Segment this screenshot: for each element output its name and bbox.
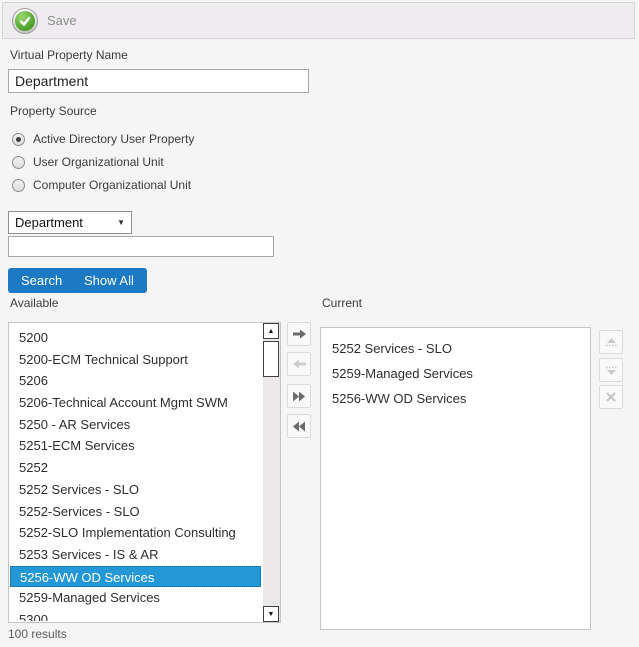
available-list-item[interactable]: 5200-ECM Technical Support [10, 349, 261, 371]
triangle-down-icon [604, 365, 619, 376]
property-source-label: Property Source [10, 104, 97, 118]
move-down-button[interactable] [599, 358, 623, 382]
chevron-down-icon: ▼ [117, 218, 125, 227]
available-list-item[interactable]: 5251-ECM Services [10, 435, 261, 457]
results-count: 100 results [8, 627, 67, 641]
scrollbar-thumb[interactable] [263, 341, 279, 377]
search-button[interactable]: Search [8, 268, 75, 293]
remove-button[interactable] [599, 385, 623, 409]
move-all-right-button[interactable] [287, 384, 311, 408]
save-button-label: Save [47, 13, 77, 28]
arrow-right-icon [292, 328, 307, 340]
available-label: Available [10, 296, 58, 310]
double-arrow-left-icon [292, 421, 306, 432]
property-select[interactable]: Department ▼ [8, 211, 132, 234]
radio-label: Computer Organizational Unit [33, 178, 191, 192]
radio-active-directory-user-property[interactable]: Active Directory User Property [12, 131, 194, 147]
property-select-value: Department [15, 215, 83, 230]
radio-icon [12, 179, 25, 192]
radio-user-organizational-unit[interactable]: User Organizational Unit [12, 154, 164, 170]
save-icon [12, 8, 38, 34]
current-list-item[interactable]: 5256-WW OD Services [322, 386, 589, 411]
radio-label: User Organizational Unit [33, 155, 164, 169]
current-listbox[interactable]: 5252 Services - SLO5259-Managed Services… [320, 327, 591, 630]
available-list-item[interactable]: 5206-Technical Account Mgmt SWM [10, 392, 261, 414]
move-up-button[interactable] [599, 330, 623, 354]
available-list-item[interactable]: 5252 [10, 457, 261, 479]
available-list-item[interactable]: 5253 Services - IS & AR [10, 544, 261, 566]
available-list-item[interactable]: 5250 - AR Services [10, 414, 261, 436]
save-button[interactable]: Save [12, 8, 77, 34]
available-list-item[interactable]: 5252-SLO Implementation Consulting [10, 522, 261, 544]
available-listbox[interactable]: 52005200-ECM Technical Support52065206-T… [8, 322, 281, 623]
available-scrollbar[interactable]: ▲ ▼ [263, 323, 280, 622]
available-list-item[interactable]: 5206 [10, 370, 261, 392]
toolbar: Save [2, 2, 635, 39]
arrow-left-icon [292, 358, 307, 370]
show-all-button[interactable]: Show All [71, 268, 147, 293]
available-list-item[interactable]: 5259-Managed Services [10, 587, 261, 609]
available-list-item[interactable]: 5300 [10, 609, 261, 621]
move-all-left-button[interactable] [287, 414, 311, 438]
radio-icon [12, 133, 25, 146]
available-list-items: 52005200-ECM Technical Support52065206-T… [10, 327, 261, 621]
available-list-item[interactable]: 5256-WW OD Services [10, 566, 261, 588]
radio-icon [12, 156, 25, 169]
available-list-item[interactable]: 5252-Services - SLO [10, 501, 261, 523]
move-right-button[interactable] [287, 322, 311, 346]
radio-label: Active Directory User Property [33, 132, 194, 146]
current-list-items: 5252 Services - SLO5259-Managed Services… [322, 336, 589, 628]
triangle-up-icon [604, 337, 619, 348]
radio-computer-organizational-unit[interactable]: Computer Organizational Unit [12, 177, 191, 193]
virtual-property-name-label: Virtual Property Name [10, 48, 128, 62]
x-icon [605, 391, 617, 403]
current-list-item[interactable]: 5259-Managed Services [322, 361, 589, 386]
available-list-item[interactable]: 5252 Services - SLO [10, 479, 261, 501]
virtual-property-name-input[interactable] [8, 69, 309, 93]
filter-input[interactable] [8, 236, 274, 257]
scroll-down-icon[interactable]: ▼ [263, 606, 279, 622]
current-label: Current [322, 296, 362, 310]
current-list-item[interactable]: 5252 Services - SLO [322, 336, 589, 361]
move-left-button[interactable] [287, 352, 311, 376]
available-list-item[interactable]: 5200 [10, 327, 261, 349]
scroll-up-icon[interactable]: ▲ [263, 323, 279, 339]
double-arrow-right-icon [292, 391, 306, 402]
